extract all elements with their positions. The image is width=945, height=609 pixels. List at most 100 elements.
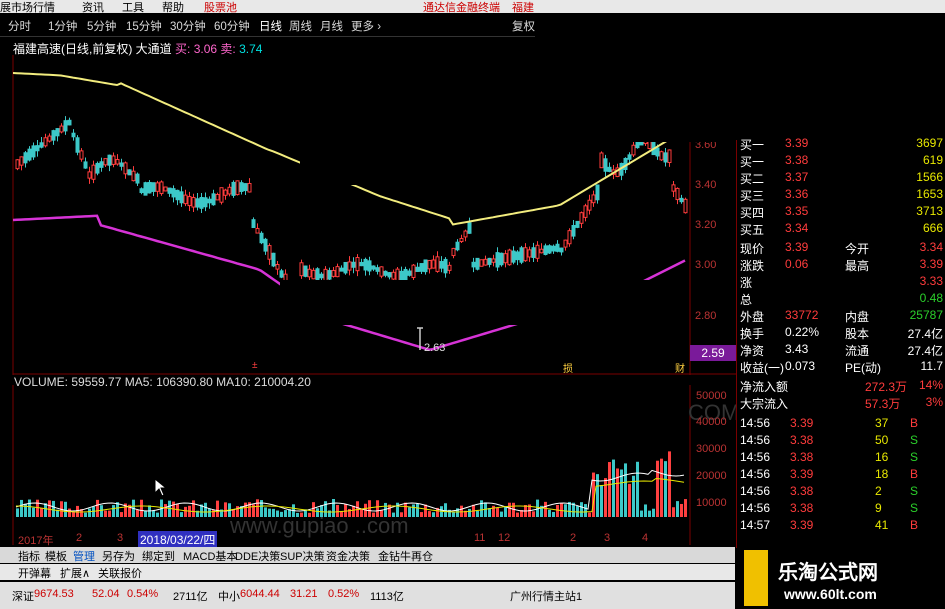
tab-sup[interactable]: SUP决策	[280, 548, 325, 564]
quote-row[interactable]: 外盘 33772 内盘 25787	[740, 308, 945, 325]
candle	[159, 181, 164, 195]
flow-row[interactable]: 净流入额 272.3万 14%	[740, 378, 945, 395]
candle	[455, 241, 460, 251]
volume-bar	[588, 512, 591, 517]
tick-row[interactable]: 14:56 3.38 9 S	[740, 501, 945, 518]
volume-bar	[668, 451, 671, 517]
menu-market[interactable]: 展市场行情	[0, 0, 55, 15]
tick-row[interactable]: 14:57 3.39 41 B	[740, 518, 945, 535]
candle	[523, 247, 528, 262]
volume-bar	[100, 505, 103, 517]
order-book-row[interactable]: 买二 3.37 1566	[740, 170, 945, 187]
tf-5min[interactable]: 5分钟	[87, 18, 116, 34]
candle	[163, 186, 168, 192]
tick-row[interactable]: 14:56 3.39 18 B	[740, 467, 945, 484]
volume-bar	[532, 511, 535, 517]
expand-button[interactable]: 扩展∧	[60, 565, 90, 581]
tf-intraday[interactable]: 分时	[8, 18, 31, 34]
quote-row[interactable]: 净资 3.43 流通 27.4亿	[740, 342, 945, 359]
tf-60min[interactable]: 60分钟	[214, 18, 250, 34]
bullet-comment-toggle[interactable]: 开弹幕	[18, 565, 51, 581]
related-quote-button[interactable]: 关联报价	[98, 565, 142, 581]
tab-diamond[interactable]: 金钻牛再仓	[378, 548, 433, 564]
quote-row[interactable]: 涨 3.33	[740, 274, 945, 291]
tf-1min[interactable]: 1分钟	[48, 18, 77, 34]
quote-row[interactable]: 现价 3.39 今开 3.34	[740, 240, 945, 257]
menu-stock-pool[interactable]: 股票池	[204, 0, 237, 15]
candle	[451, 247, 456, 257]
menu-tools[interactable]: 工具	[122, 0, 144, 15]
candle	[483, 258, 488, 266]
volume-bar	[176, 504, 179, 517]
menu-help[interactable]: 帮助	[162, 0, 184, 15]
candle	[259, 232, 264, 244]
volume-tick: 30000	[696, 443, 727, 455]
logo-mark-icon	[744, 550, 768, 606]
quote-row[interactable]: 总 0.48	[740, 291, 945, 308]
date-axis: 2017年 2 3 11 12 2 3 4	[14, 532, 694, 547]
tick-row[interactable]: 14:56 3.39 37 B	[740, 416, 945, 433]
tab-save-as[interactable]: 另存为	[102, 548, 135, 564]
tf-adjust[interactable]: 复权	[512, 18, 535, 34]
candle	[471, 261, 476, 268]
quote-row[interactable]: 收益(一) 0.073 PE(动) 11.7	[740, 359, 945, 376]
quote-value: 3.39	[785, 240, 809, 254]
tick-row[interactable]: 14:56 3.38 2 S	[740, 484, 945, 501]
order-book-row[interactable]: 买五 3.34 666	[740, 221, 945, 238]
quote-row[interactable]: 换手 0.22% 股本 27.4亿	[740, 325, 945, 342]
indicator-tab-bar: 指标 模板 管理 另存为 绑定到 MACD基本 DDE决策 SUP决策 资金决策…	[0, 547, 735, 563]
event-marker[interactable]: 财	[675, 360, 685, 375]
tick-row[interactable]: 14:56 3.38 16 S	[740, 450, 945, 467]
tab-dde[interactable]: DDE决策	[235, 548, 280, 564]
tick-row[interactable]: 14:56 3.38 50 S	[740, 433, 945, 450]
order-book-row[interactable]: 买一 3.39 3697	[740, 136, 945, 153]
candle	[343, 261, 348, 274]
menu-news[interactable]: 资讯	[82, 0, 104, 15]
event-marker[interactable]: ±	[252, 360, 258, 371]
volume-bar	[180, 512, 183, 517]
tab-indicator[interactable]: 指标	[18, 548, 40, 564]
candle	[443, 258, 448, 274]
candle	[243, 183, 248, 192]
tab-fund[interactable]: 资金决策	[326, 548, 370, 564]
candle	[499, 252, 504, 266]
candle	[355, 257, 360, 272]
candle	[547, 245, 552, 254]
flow-row[interactable]: 大宗流入 57.3万 3%	[740, 395, 945, 412]
tab-manage[interactable]: 管理	[73, 548, 95, 564]
tab-template[interactable]: 模板	[45, 548, 67, 564]
candle	[219, 187, 224, 203]
candle	[83, 161, 88, 169]
candle	[111, 155, 116, 165]
tf-monthly[interactable]: 月线	[320, 18, 343, 34]
volume-tick: 50000	[696, 390, 727, 402]
candle	[123, 162, 128, 175]
tf-more[interactable]: 更多 ›	[351, 18, 381, 34]
volume-bar	[140, 499, 143, 517]
volume-bar	[432, 512, 435, 517]
candle	[223, 189, 228, 196]
candle	[339, 267, 344, 272]
volume-bar	[684, 499, 687, 517]
tick-time: 14:56	[740, 433, 771, 447]
tick-time: 14:56	[740, 467, 771, 481]
quote-label: 换手	[740, 327, 765, 341]
quote-row[interactable]: 涨跌 0.06 最高 3.39	[740, 257, 945, 274]
book-label: 买四	[740, 206, 765, 220]
order-book-row[interactable]: 买三 3.36 1653	[740, 187, 945, 204]
tf-15min[interactable]: 15分钟	[126, 18, 162, 34]
tf-daily[interactable]: 日线	[259, 18, 282, 34]
volume-bar	[600, 485, 603, 517]
tab-macd[interactable]: MACD基本	[183, 548, 237, 564]
event-marker[interactable]: 损	[563, 360, 573, 375]
volume-bar	[656, 460, 659, 517]
tf-30min[interactable]: 30分钟	[170, 18, 206, 34]
order-book-row[interactable]: 买一 3.38 619	[740, 153, 945, 170]
order-book-row[interactable]: 买四 3.35 3713	[740, 204, 945, 221]
menu-stock-tab[interactable]: 福建	[512, 0, 534, 15]
quote-label: 流通	[845, 344, 870, 358]
tf-weekly[interactable]: 周线	[289, 18, 312, 34]
candle	[27, 148, 32, 161]
tab-bind-to[interactable]: 绑定到	[142, 548, 175, 564]
candle	[167, 187, 172, 194]
